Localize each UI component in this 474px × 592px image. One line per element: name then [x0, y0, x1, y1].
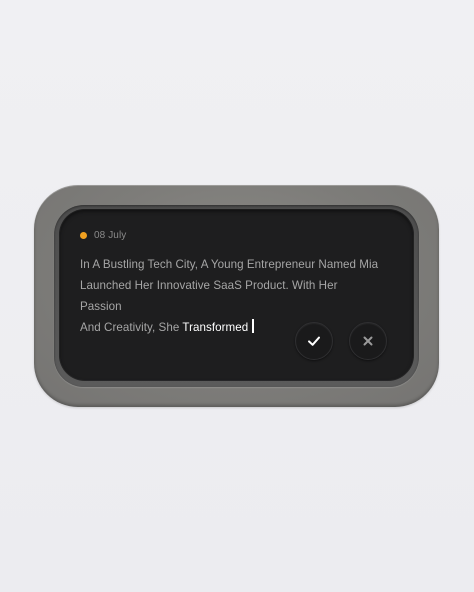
device-bezel: 08 July In A Bustling Tech City, A Young… [34, 185, 439, 407]
note-card: 08 July In A Bustling Tech City, A Young… [59, 209, 414, 381]
note-date: 08 July [94, 230, 127, 241]
note-text-line-1: In A Bustling Tech City, A Young Entrepr… [80, 258, 379, 271]
confirm-button[interactable] [295, 322, 333, 360]
note-text-line-2: Launched Her Innovative SaaS Product. Wi… [80, 279, 338, 313]
close-icon [363, 336, 373, 346]
cancel-button[interactable] [349, 322, 387, 360]
note-text-input[interactable]: In A Bustling Tech City, A Young Entrepr… [80, 254, 380, 338]
page-background: 08 July In A Bustling Tech City, A Young… [0, 0, 474, 592]
text-caret [252, 319, 254, 333]
status-dot [80, 232, 87, 239]
date-row: 08 July [80, 230, 126, 241]
note-text-line-3: And Creativity, She [80, 321, 183, 334]
checkmark-icon [308, 336, 320, 346]
device-inner-rim: 08 July In A Bustling Tech City, A Young… [54, 205, 419, 387]
note-text-active-word: Transformed [182, 321, 249, 334]
